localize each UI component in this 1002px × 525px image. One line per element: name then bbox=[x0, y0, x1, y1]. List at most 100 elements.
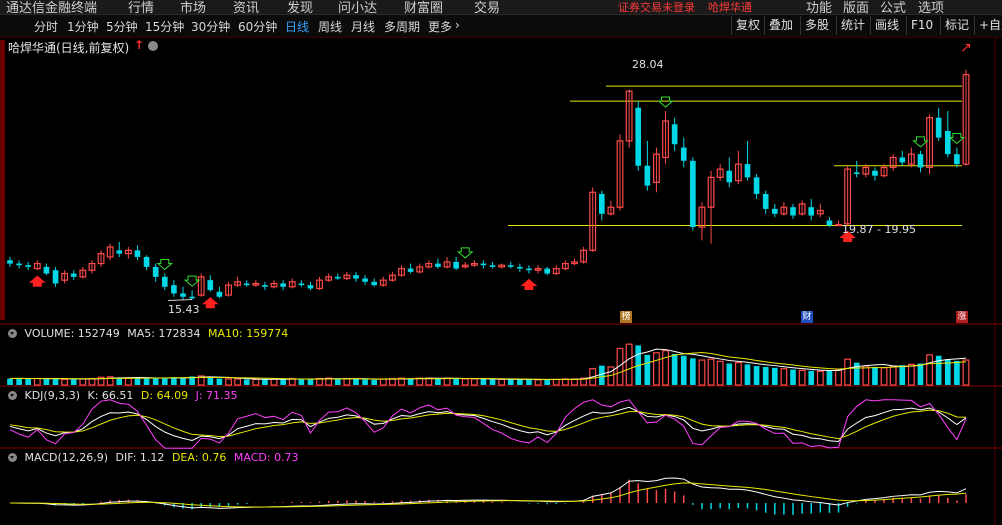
volume-bar-down bbox=[43, 378, 50, 385]
volume-bar-down bbox=[544, 379, 551, 385]
candle-body-down bbox=[262, 285, 268, 287]
badge-cai[interactable]: 财 bbox=[801, 311, 813, 323]
macd-label: MACD(12,26,9) bbox=[24, 451, 109, 464]
volume-ma10: MA10: 159774 bbox=[207, 327, 289, 340]
volume-bar-up bbox=[470, 378, 478, 386]
volume-bar-down bbox=[371, 379, 378, 385]
candle-body-down bbox=[690, 160, 696, 228]
macd-menu-icon[interactable] bbox=[8, 453, 17, 462]
volume-bar-down bbox=[262, 379, 268, 385]
candle-body-down bbox=[526, 268, 532, 271]
volume-bar-up bbox=[343, 377, 351, 386]
volume-bar-down bbox=[161, 378, 168, 385]
volume-menu-icon[interactable] bbox=[8, 329, 17, 338]
macd-dif-line bbox=[9, 477, 967, 509]
candle-body-down bbox=[161, 276, 168, 287]
buy-signal-arrow-icon bbox=[201, 297, 219, 309]
candle-body-down bbox=[307, 285, 314, 289]
candle-body-down bbox=[917, 154, 924, 168]
volume-bar-up bbox=[252, 378, 260, 386]
volume-bar-up bbox=[926, 354, 934, 386]
macd-dea: DEA: 0.76 bbox=[171, 451, 227, 464]
macd-value: MACD: 0.73 bbox=[233, 451, 299, 464]
candle-body-down bbox=[207, 280, 214, 291]
candle-body-down bbox=[544, 268, 551, 274]
volume-bar-up bbox=[880, 367, 888, 386]
volume-bar-down bbox=[526, 379, 532, 385]
volume-bar-up bbox=[835, 368, 842, 386]
candle-body-up bbox=[835, 224, 842, 227]
candle-body-down bbox=[644, 165, 651, 186]
low-leader-line bbox=[167, 299, 193, 302]
volume-bar-down bbox=[507, 379, 514, 385]
volume-bar-down bbox=[298, 378, 305, 385]
candle-body-down bbox=[52, 270, 59, 284]
volume-bar-up bbox=[889, 365, 897, 386]
volume-bar-down bbox=[598, 365, 605, 385]
kdj-d: D: 64.09 bbox=[140, 389, 189, 402]
volume-bar-up bbox=[534, 379, 542, 386]
volume-header: VOLUME: 152749 MA5: 172834 MA10: 159774 bbox=[8, 327, 288, 340]
volume-bar-up bbox=[698, 359, 706, 386]
volume-bar-up bbox=[816, 370, 824, 386]
volume-bar-down bbox=[152, 378, 159, 385]
volume-bar-down bbox=[762, 366, 769, 385]
candle-body-down bbox=[753, 177, 760, 194]
candle-body-down bbox=[489, 265, 496, 267]
trend-marker-icon: ↗ bbox=[960, 40, 972, 56]
candle-body-down bbox=[853, 172, 860, 175]
candle-body-down bbox=[25, 265, 32, 267]
candle-body-down bbox=[334, 276, 341, 279]
badge-bang[interactable]: 榜 bbox=[620, 311, 632, 323]
volume-bar-up bbox=[124, 377, 132, 386]
candle-body-down bbox=[790, 207, 796, 216]
candle-body-down bbox=[726, 170, 733, 183]
volume-bar-up bbox=[498, 378, 506, 386]
volume-bar-down bbox=[70, 379, 77, 385]
volume-bar-down bbox=[680, 355, 687, 385]
volume-bar-up bbox=[907, 363, 915, 386]
volume-bar-down bbox=[362, 379, 368, 385]
kdj-k: K: 66.51 bbox=[87, 389, 134, 402]
volume-bar-down bbox=[744, 364, 751, 385]
volume-bar-down bbox=[353, 378, 359, 385]
volume-bar-up bbox=[552, 378, 560, 386]
volume-bar-down bbox=[52, 378, 59, 385]
volume-bar-up bbox=[844, 358, 852, 386]
candle-body-down bbox=[808, 207, 815, 216]
volume-bar-down bbox=[644, 354, 651, 385]
kline-chart[interactable] bbox=[0, 0, 1002, 525]
candle-body-down bbox=[899, 157, 906, 163]
volume-ma5: MA5: 172834 bbox=[127, 327, 201, 340]
volume-bar-down bbox=[790, 369, 796, 385]
candle-body-down bbox=[744, 164, 751, 178]
volume-bar-down bbox=[16, 378, 22, 385]
sell-signal-arrow-icon bbox=[156, 259, 174, 271]
candle-body-down bbox=[407, 268, 414, 272]
volume-bar-down bbox=[872, 366, 878, 385]
candle-body-down bbox=[280, 283, 286, 287]
candle-body-down bbox=[671, 124, 678, 145]
candle-body-down bbox=[43, 266, 50, 274]
low-price-label: 15.43 bbox=[168, 303, 200, 316]
kdj-j-line bbox=[9, 399, 967, 449]
volume-bar-up bbox=[625, 343, 633, 386]
candle-body-down bbox=[134, 250, 141, 257]
candle-body-down bbox=[480, 263, 487, 266]
badge-zhang[interactable]: 涨 bbox=[956, 311, 968, 323]
volume-bar-down bbox=[808, 370, 815, 385]
candle-body-down bbox=[435, 263, 441, 267]
volume-bar-down bbox=[899, 365, 906, 385]
candle-body-down bbox=[771, 208, 778, 214]
volume-bar-up bbox=[88, 377, 96, 386]
volume-bar-down bbox=[171, 377, 177, 385]
macd-header: MACD(12,26,9) DIF: 1.12 DEA: 0.76 MACD: … bbox=[8, 451, 299, 464]
kdj-menu-icon[interactable] bbox=[8, 391, 17, 400]
kdj-label: KDJ(9,3,3) bbox=[24, 389, 81, 402]
volume-bar-down bbox=[826, 370, 833, 385]
volume-bar-up bbox=[225, 378, 232, 386]
volume-bar-down bbox=[480, 378, 487, 385]
candle-body-down bbox=[171, 285, 177, 294]
candle-body-down bbox=[152, 266, 159, 277]
candle-body-down bbox=[353, 275, 359, 279]
